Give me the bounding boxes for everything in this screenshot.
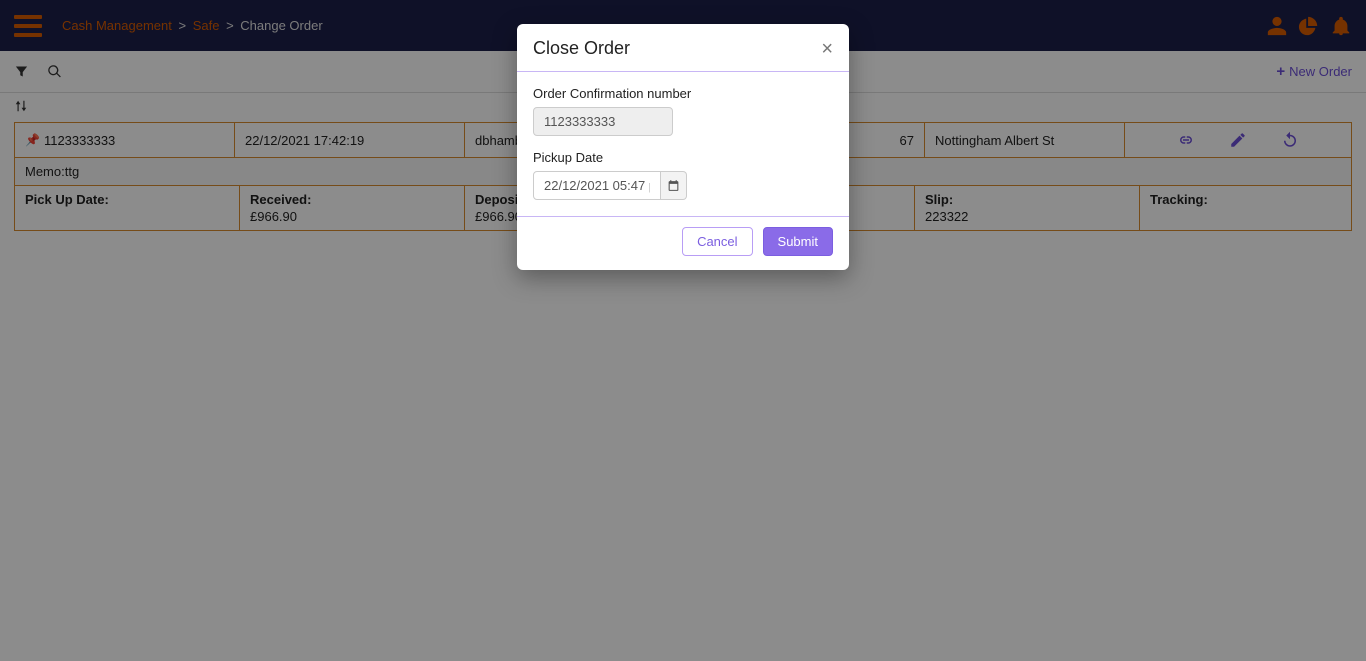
pickup-date-label: Pickup Date [533,150,833,165]
pickup-date-group [533,171,833,200]
pickup-date-input[interactable] [533,171,661,200]
cancel-button[interactable]: Cancel [682,227,752,256]
modal-body: Order Confirmation number Pickup Date [517,72,849,217]
confirmation-number-label: Order Confirmation number [533,86,833,101]
modal-header: Close Order × [517,24,849,72]
modal-footer: Cancel Submit [517,217,849,270]
modal-title: Close Order [533,38,630,59]
calendar-icon[interactable] [661,171,687,200]
close-icon[interactable]: × [821,39,833,59]
submit-button[interactable]: Submit [763,227,833,256]
confirmation-number-input [533,107,673,136]
close-order-modal: Close Order × Order Confirmation number … [517,24,849,270]
